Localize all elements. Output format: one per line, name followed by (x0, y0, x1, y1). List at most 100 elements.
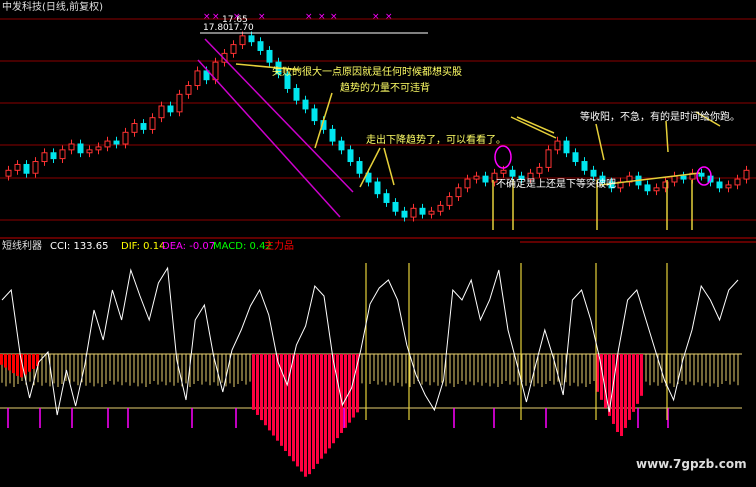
candle-body (41, 152, 48, 163)
macd-bar (296, 354, 299, 467)
candle-body (572, 152, 579, 163)
annotation-exit-downtrend: 走出下降趋势了，可以看看了。 (366, 135, 506, 146)
candle-body (401, 210, 408, 218)
candle-body (419, 207, 426, 215)
candle-body (464, 178, 471, 189)
candle-body (311, 108, 318, 122)
stock-title: 中发科技(日线,前复权) (2, 2, 103, 13)
macd-bar (324, 354, 327, 454)
candle-body (257, 41, 264, 51)
watermark: www.7gpzb.com (636, 457, 747, 471)
candle-body (437, 204, 444, 212)
marker-cross: × (385, 12, 393, 22)
macd-bar (276, 354, 279, 441)
candle-body (482, 175, 489, 183)
candle-body (716, 181, 723, 189)
price-label-2: 17.80 (203, 23, 229, 33)
candle-body (113, 140, 120, 145)
candle-body (347, 149, 354, 163)
marker-cross: × (372, 12, 380, 22)
macd-bar (640, 354, 643, 396)
macd-bar (0, 354, 3, 365)
macd-bar (260, 354, 263, 421)
marker-cross: × (212, 12, 220, 22)
candle-body (140, 123, 147, 130)
candle-body (428, 210, 435, 215)
macd-bar (636, 354, 639, 404)
candle-body (680, 175, 687, 180)
candle-body (338, 140, 345, 151)
macd-bar (12, 354, 15, 374)
candle-body (356, 161, 363, 174)
candle-body (14, 163, 21, 171)
candle-body (545, 149, 552, 168)
candle-body (149, 117, 156, 130)
indicator-name: 短线利器 (2, 241, 42, 252)
marker-cross: × (330, 12, 338, 22)
candle-body (266, 49, 273, 63)
macd-bar (312, 354, 315, 469)
candle-body (122, 131, 129, 145)
candle-body (734, 178, 741, 186)
candle-body (446, 196, 453, 206)
candle-body (329, 128, 336, 142)
macd-bar (252, 354, 255, 410)
candle-body (50, 152, 57, 160)
annotation-wait-yang: 等收阳，不急，有的是时间给你跑。 (580, 112, 740, 123)
macd-bar (628, 354, 631, 420)
candle-body (581, 161, 588, 171)
macd-bar (300, 354, 303, 472)
macd-bar (272, 354, 275, 436)
marker-cross: × (305, 12, 313, 22)
marker-cross: × (203, 12, 211, 22)
main-force-label: 主力品 (264, 241, 294, 252)
candle-body (86, 149, 93, 154)
candle-body (59, 149, 66, 160)
candle-body (392, 201, 399, 212)
candle-body (536, 166, 543, 174)
candle-body (68, 143, 75, 151)
macd-bar (624, 354, 627, 428)
candle-body (248, 35, 255, 43)
macd-bar (284, 354, 287, 451)
candle-body (500, 169, 507, 174)
macd-bar (308, 354, 311, 475)
macd-bar (328, 354, 331, 449)
candle-body (158, 105, 165, 119)
macd-bar (292, 354, 295, 462)
macd-bar (320, 354, 323, 459)
candle-body (509, 169, 516, 177)
candle-body (554, 140, 561, 151)
candle-body (167, 105, 174, 113)
annotation-wait-breakout: 不确定是上还是下等突破吧 (496, 179, 616, 190)
annotation-trend-force: 趋势的力量不可违背 (340, 83, 430, 94)
candle-body (410, 207, 417, 218)
macd-bar (4, 354, 7, 368)
cci-value: CCI: 133.65 (50, 241, 109, 252)
macd-bar (16, 354, 19, 376)
candle-body (473, 175, 480, 180)
candle-body (230, 44, 237, 54)
candle-body (653, 187, 660, 192)
price-label-3: 17.70 (228, 23, 254, 33)
dif-value: DIF: 0.14 (121, 241, 166, 252)
candle-body (95, 146, 102, 151)
macd-bar (268, 354, 271, 431)
candle-body (590, 169, 597, 177)
macd-bar (620, 354, 623, 436)
macd-bar (336, 354, 339, 439)
candle-body (563, 140, 570, 154)
candle-body (131, 123, 138, 133)
macd-bar (304, 354, 307, 477)
macd-bar (632, 354, 635, 412)
candle-body (374, 181, 381, 195)
dea-value: DEA: -0.07 (162, 241, 216, 252)
candle-body (671, 175, 678, 183)
macd-bar (316, 354, 319, 464)
candle-body (743, 169, 750, 180)
candle-body (23, 163, 30, 174)
candle-body (725, 184, 732, 189)
macd-bar (348, 354, 351, 423)
candle-body (32, 161, 39, 174)
macd-bar (32, 354, 35, 369)
